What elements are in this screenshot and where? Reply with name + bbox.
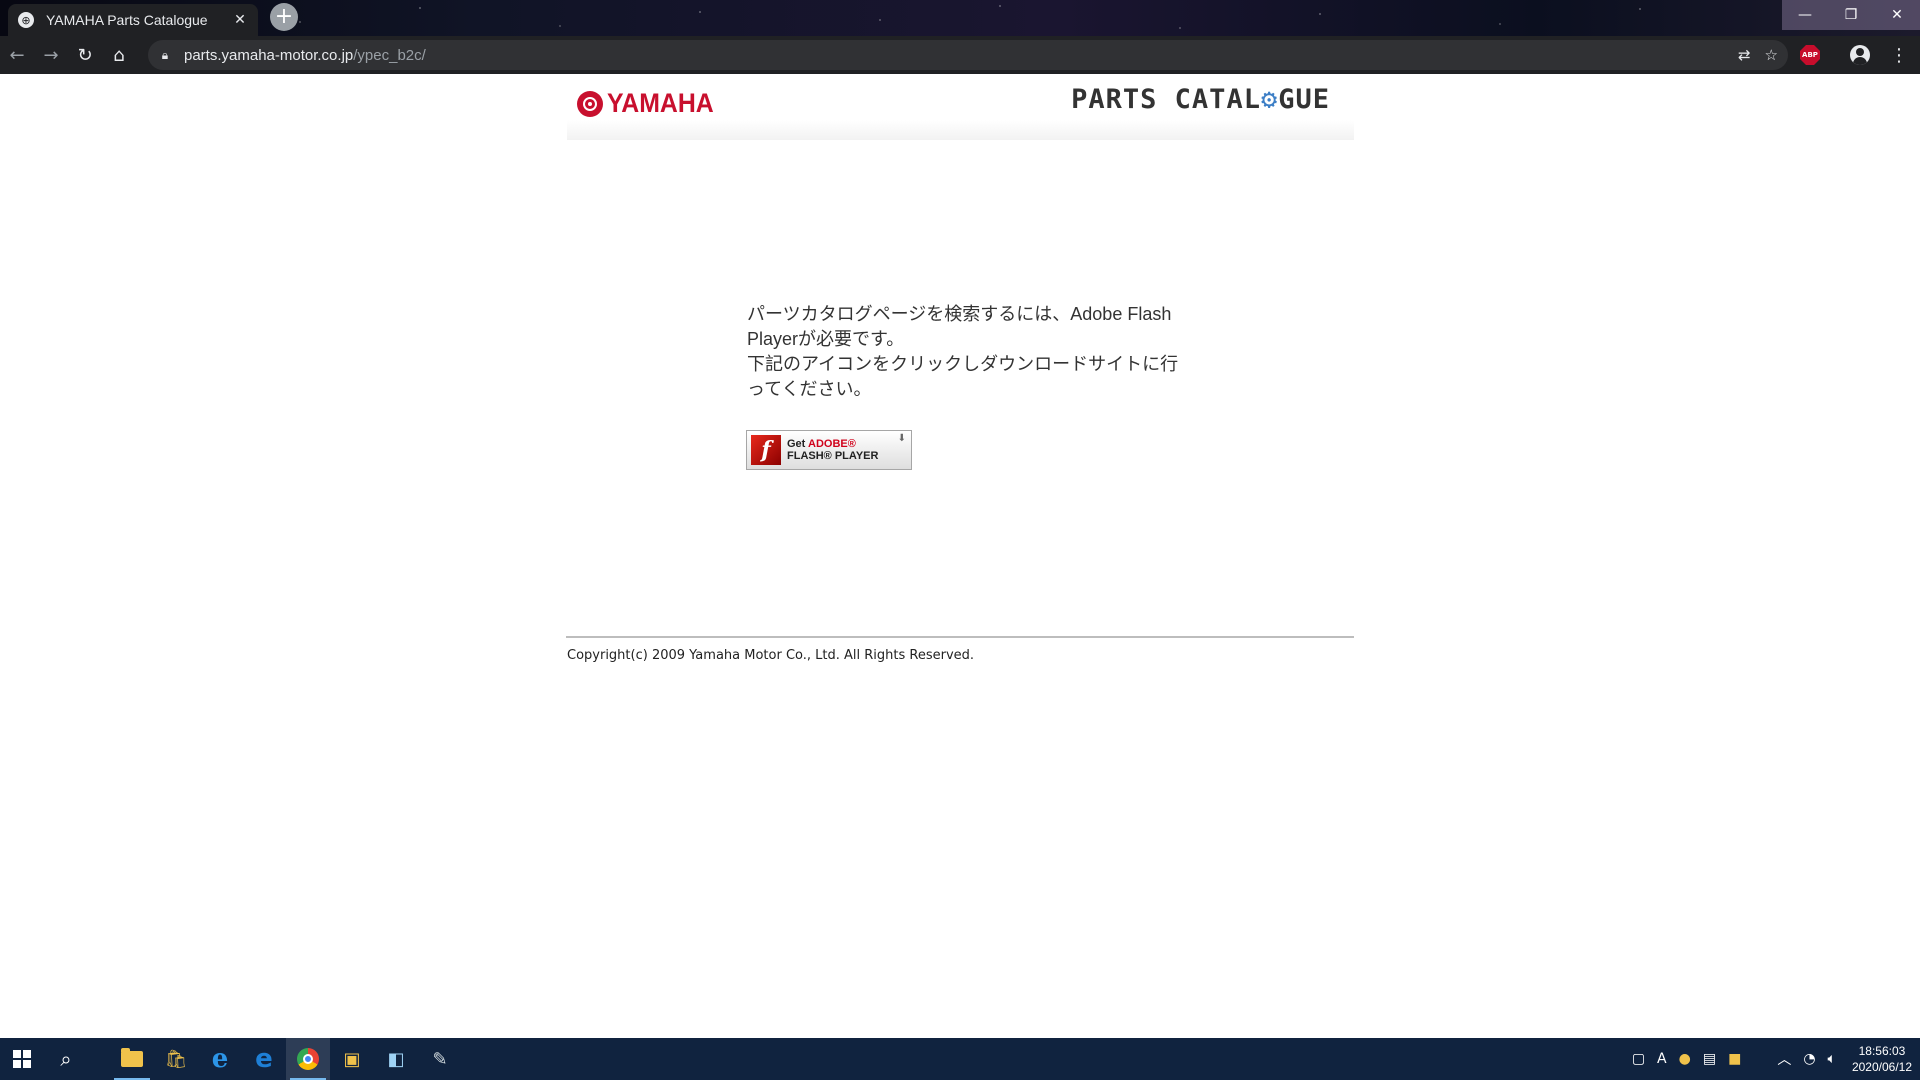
taskbar-spacer xyxy=(88,1038,110,1080)
clock-date: 2020/06/12 xyxy=(1851,1060,1912,1074)
tab-title: YAMAHA Parts Catalogue xyxy=(46,12,208,28)
omnibox-actions: ⇄ ☆ xyxy=(1738,40,1778,70)
restore-icon[interactable]: ❐ xyxy=(1828,0,1874,30)
paper-icon: ◧ xyxy=(387,1048,405,1070)
chrome-button[interactable] xyxy=(286,1038,330,1080)
get-flash-player-button[interactable]: f Get ADOBE® FLASH® PLAYER ⬇ xyxy=(746,430,912,470)
url-text[interactable]: parts.yamaha-motor.co.jp/ypec_b2c/ xyxy=(184,47,426,64)
window-controls: — ❐ ✕ xyxy=(1782,0,1920,30)
lock-icon[interactable]: 🔒︎ xyxy=(158,48,172,63)
profile-icon[interactable] xyxy=(1850,45,1870,65)
start-button[interactable] xyxy=(0,1038,44,1080)
volume-icon[interactable]: 🔈︎ xyxy=(1828,1051,1836,1067)
windows-taskbar: ⌕ 🛍︎ e e ▣ ◧ ✎ ▢ A ● ▤ ■ ︿ ◔ 🔈︎ 18:56:03… xyxy=(0,1038,1920,1080)
flash-required-message: パーツカタログページを検索するには、Adobe Flash Playerが必要で… xyxy=(747,302,1187,402)
tray-cat-icon[interactable]: ● xyxy=(1679,1051,1691,1067)
paint-icon: ✎ xyxy=(432,1048,448,1070)
home-icon[interactable]: ⌂ xyxy=(102,38,136,72)
tray-chat-icon[interactable]: ▤ xyxy=(1703,1051,1716,1067)
edge-button[interactable]: e xyxy=(242,1038,286,1080)
adblock-icon[interactable]: ABP xyxy=(1800,45,1820,65)
message-line-1: パーツカタログページを検索するには、Adobe Flash Playerが必要で… xyxy=(747,304,1172,349)
app-button-1[interactable]: ▣ xyxy=(330,1038,374,1080)
star-icon[interactable]: ☆ xyxy=(1765,46,1778,64)
browser-toolbar: ← → ↻ ⌂ 🔒︎ parts.yamaha-motor.co.jp/ypec… xyxy=(0,36,1920,74)
yamaha-logo-text: YAMAHA xyxy=(607,88,714,118)
flash-button-label: Get ADOBE® FLASH® PLAYER xyxy=(787,438,879,462)
message-line-2: 下記のアイコンをクリックしダウンロードサイトに行ってください。 xyxy=(747,354,1179,399)
network-icon[interactable]: ◔ xyxy=(1803,1051,1815,1067)
chevron-up-icon[interactable]: ︿ xyxy=(1777,1049,1791,1069)
store-icon: 🛍︎ xyxy=(164,1048,188,1070)
ime-indicator[interactable]: A xyxy=(1657,1051,1667,1067)
minimize-icon[interactable]: — xyxy=(1782,0,1828,30)
globe-icon: ⊕ xyxy=(18,12,34,28)
copyright-text: Copyright(c) 2009 Yamaha Motor Co., Ltd.… xyxy=(567,648,975,663)
edge-icon: e xyxy=(255,1044,273,1074)
menu-icon[interactable]: ⋮ xyxy=(1890,45,1908,66)
windows-logo-icon xyxy=(13,1050,31,1068)
web-page: YAMAHA PARTS CATAL⚙GUE パーツカタログページを検索するには… xyxy=(0,74,1920,1038)
tuning-fork-icon xyxy=(577,90,603,117)
system-tray: ▢ A ● ▤ ■ ︿ ◔ 🔈︎ 18:56:03 2020/06/12 xyxy=(1626,1038,1920,1080)
clock[interactable]: 18:56:03 2020/06/12 xyxy=(1852,1043,1912,1075)
clock-time: 18:56:03 xyxy=(1858,1044,1906,1058)
close-window-icon[interactable]: ✕ xyxy=(1874,0,1920,30)
app-button-2[interactable]: ◧ xyxy=(374,1038,418,1080)
tray-app-icon[interactable]: ▢ xyxy=(1632,1051,1645,1067)
translate-icon[interactable]: ⇄ xyxy=(1738,46,1751,64)
browser-title-bar: ⊕ YAMAHA Parts Catalogue ✕ + — ❐ ✕ xyxy=(0,0,1920,36)
flash-logo-icon: f xyxy=(751,435,781,465)
address-bar[interactable]: 🔒︎ parts.yamaha-motor.co.jp/ypec_b2c/ ⇄ … xyxy=(148,40,1788,70)
store-button[interactable]: 🛍︎ xyxy=(154,1038,198,1080)
new-tab-button[interactable]: + xyxy=(270,3,298,31)
footer-divider xyxy=(566,636,1354,638)
file-explorer-button[interactable] xyxy=(110,1038,154,1080)
site-header: YAMAHA PARTS CATAL⚙GUE xyxy=(567,74,1354,140)
search-icon[interactable]: ⌕ xyxy=(44,1038,88,1080)
notepad-icon: ▣ xyxy=(343,1048,361,1070)
gear-icon: ⚙ xyxy=(1260,84,1279,115)
browser-tab[interactable]: ⊕ YAMAHA Parts Catalogue ✕ xyxy=(8,4,258,36)
reload-icon[interactable]: ↻ xyxy=(68,38,102,72)
back-icon[interactable]: ← xyxy=(0,38,34,72)
chrome-icon xyxy=(297,1048,319,1070)
extensions-area: ABP ⋮ xyxy=(1800,36,1920,74)
close-tab-icon[interactable]: ✕ xyxy=(232,12,248,28)
yamaha-logo[interactable]: YAMAHA xyxy=(577,88,723,119)
internet-explorer-button[interactable]: e xyxy=(198,1038,242,1080)
tray-box-icon[interactable]: ■ xyxy=(1728,1051,1741,1067)
app-button-3[interactable]: ✎ xyxy=(418,1038,462,1080)
forward-icon[interactable]: → xyxy=(34,38,68,72)
download-arrow-icon: ⬇ xyxy=(897,433,906,444)
folder-icon xyxy=(121,1048,143,1067)
parts-catalogue-title: PARTS CATAL⚙GUE xyxy=(1071,84,1330,115)
internet-explorer-icon: e xyxy=(211,1044,229,1074)
